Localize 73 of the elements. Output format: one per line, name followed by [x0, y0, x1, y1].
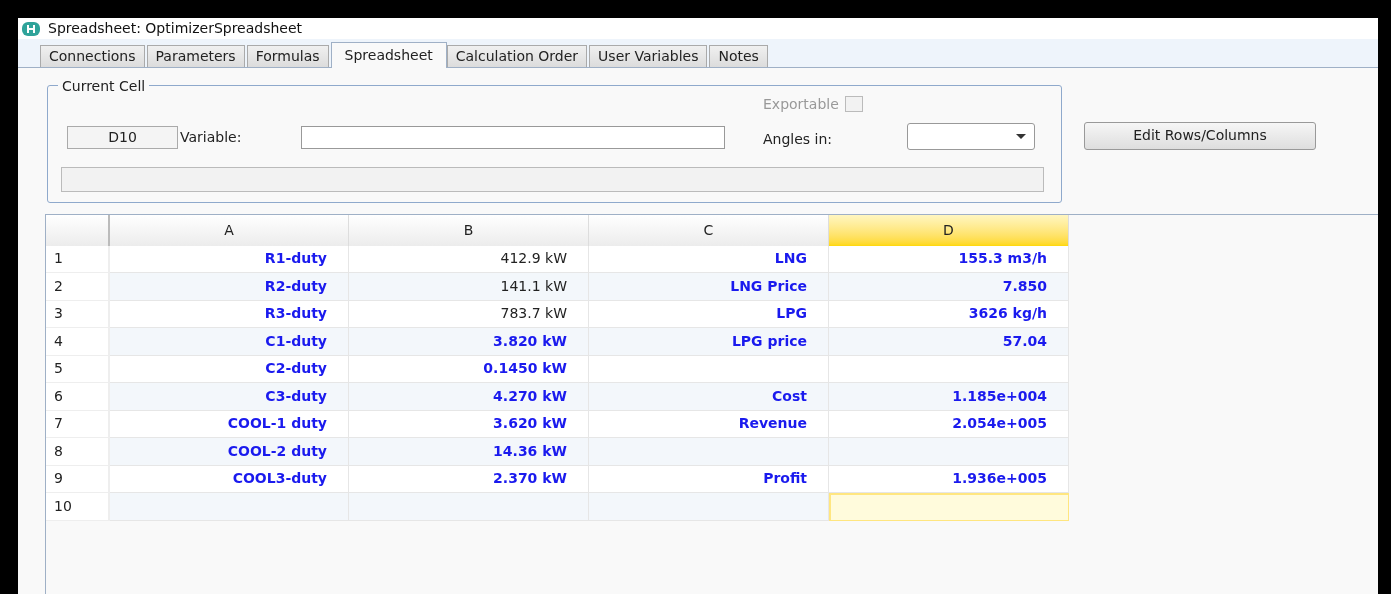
table-cell[interactable]: LNG: [589, 245, 829, 274]
table-cell[interactable]: COOL3-duty: [110, 465, 349, 494]
tab[interactable]: User Variables: [589, 44, 708, 67]
table-cell[interactable]: 1.185e+004: [829, 383, 1069, 411]
table-cell[interactable]: [829, 355, 1069, 384]
app-logo-icon: [22, 21, 40, 36]
tab[interactable]: Connections: [40, 44, 145, 67]
row-header[interactable]: 8: [46, 438, 110, 466]
table-cell[interactable]: 3.620 kW: [349, 410, 589, 439]
angles-label: Angles in:: [763, 129, 833, 149]
table-cell[interactable]: COOL-2 duty: [110, 438, 349, 466]
table-cell[interactable]: 783.7 kW: [349, 300, 589, 329]
row-header[interactable]: 7: [46, 410, 110, 439]
table-cell[interactable]: R2-duty: [110, 273, 349, 301]
table-cell[interactable]: R1-duty: [110, 245, 349, 274]
table-cell[interactable]: Revenue: [589, 410, 829, 439]
table-cell[interactable]: 2.370 kW: [349, 465, 589, 494]
tab[interactable]: Parameters: [146, 44, 245, 67]
table-cell[interactable]: [110, 493, 349, 521]
variable-label: Variable:: [180, 127, 242, 147]
tab[interactable]: Notes: [709, 44, 768, 67]
tab[interactable]: Calculation Order: [446, 44, 588, 67]
table-cell[interactable]: [589, 493, 829, 521]
table-cell[interactable]: LPG price: [589, 328, 829, 356]
cell-address-field: D10: [67, 125, 178, 149]
table-cell[interactable]: C2-duty: [110, 355, 349, 384]
table-cell[interactable]: [829, 438, 1069, 466]
table-cell[interactable]: [589, 355, 829, 384]
edit-rows-columns-button[interactable]: Edit Rows/Columns: [1084, 121, 1316, 150]
column-header[interactable]: A: [110, 214, 349, 246]
table-cell[interactable]: R3-duty: [110, 300, 349, 329]
table-cell[interactable]: 4.270 kW: [349, 383, 589, 411]
table-cell[interactable]: 57.04: [829, 328, 1069, 356]
table-cell[interactable]: LNG Price: [589, 273, 829, 301]
table-cell[interactable]: LPG: [589, 300, 829, 329]
window-title: Spreadsheet: OptimizerSpreadsheet: [48, 19, 303, 38]
table-cell[interactable]: 1.936e+005: [829, 465, 1069, 494]
table-cell[interactable]: [829, 493, 1069, 521]
table-cell[interactable]: 3.820 kW: [349, 328, 589, 356]
table-cell[interactable]: C1-duty: [110, 328, 349, 356]
table-cell[interactable]: 14.36 kW: [349, 438, 589, 466]
row-header[interactable]: 5: [46, 355, 110, 384]
row-header[interactable]: 3: [46, 300, 110, 329]
table-cell[interactable]: 412.9 kW: [349, 245, 589, 274]
row-header[interactable]: 4: [46, 328, 110, 356]
row-header[interactable]: 9: [46, 465, 110, 494]
table-cell[interactable]: COOL-1 duty: [110, 410, 349, 439]
exportable-checkbox[interactable]: [844, 96, 863, 113]
table-cell[interactable]: C3-duty: [110, 383, 349, 411]
table-cell[interactable]: [349, 493, 589, 521]
variable-field[interactable]: [301, 125, 726, 149]
tab[interactable]: Spreadsheet: [330, 41, 447, 68]
exportable-label: Exportable: [763, 94, 839, 114]
row-header[interactable]: 10: [46, 493, 110, 521]
table-cell[interactable]: Cost: [589, 383, 829, 411]
row-header[interactable]: 1: [46, 245, 110, 274]
column-header[interactable]: B: [349, 214, 589, 246]
table-cell[interactable]: 2.054e+005: [829, 410, 1069, 439]
corner-header: [46, 214, 110, 246]
dropdown-caret-icon: [1016, 133, 1026, 139]
table-cell[interactable]: Profit: [589, 465, 829, 494]
angles-dropdown[interactable]: [907, 122, 1035, 150]
table-cell[interactable]: 3626 kg/h: [829, 300, 1069, 329]
row-header[interactable]: 6: [46, 383, 110, 411]
tab[interactable]: Formulas: [246, 44, 329, 67]
table-cell[interactable]: 7.850: [829, 273, 1069, 301]
column-header[interactable]: D: [829, 214, 1069, 246]
table-cell[interactable]: [589, 438, 829, 466]
row-header[interactable]: 2: [46, 273, 110, 301]
table-cell[interactable]: 0.1450 kW: [349, 355, 589, 384]
table-cell[interactable]: 155.3 m3/h: [829, 245, 1069, 274]
table-cell[interactable]: 141.1 kW: [349, 273, 589, 301]
column-header[interactable]: C: [589, 214, 829, 246]
